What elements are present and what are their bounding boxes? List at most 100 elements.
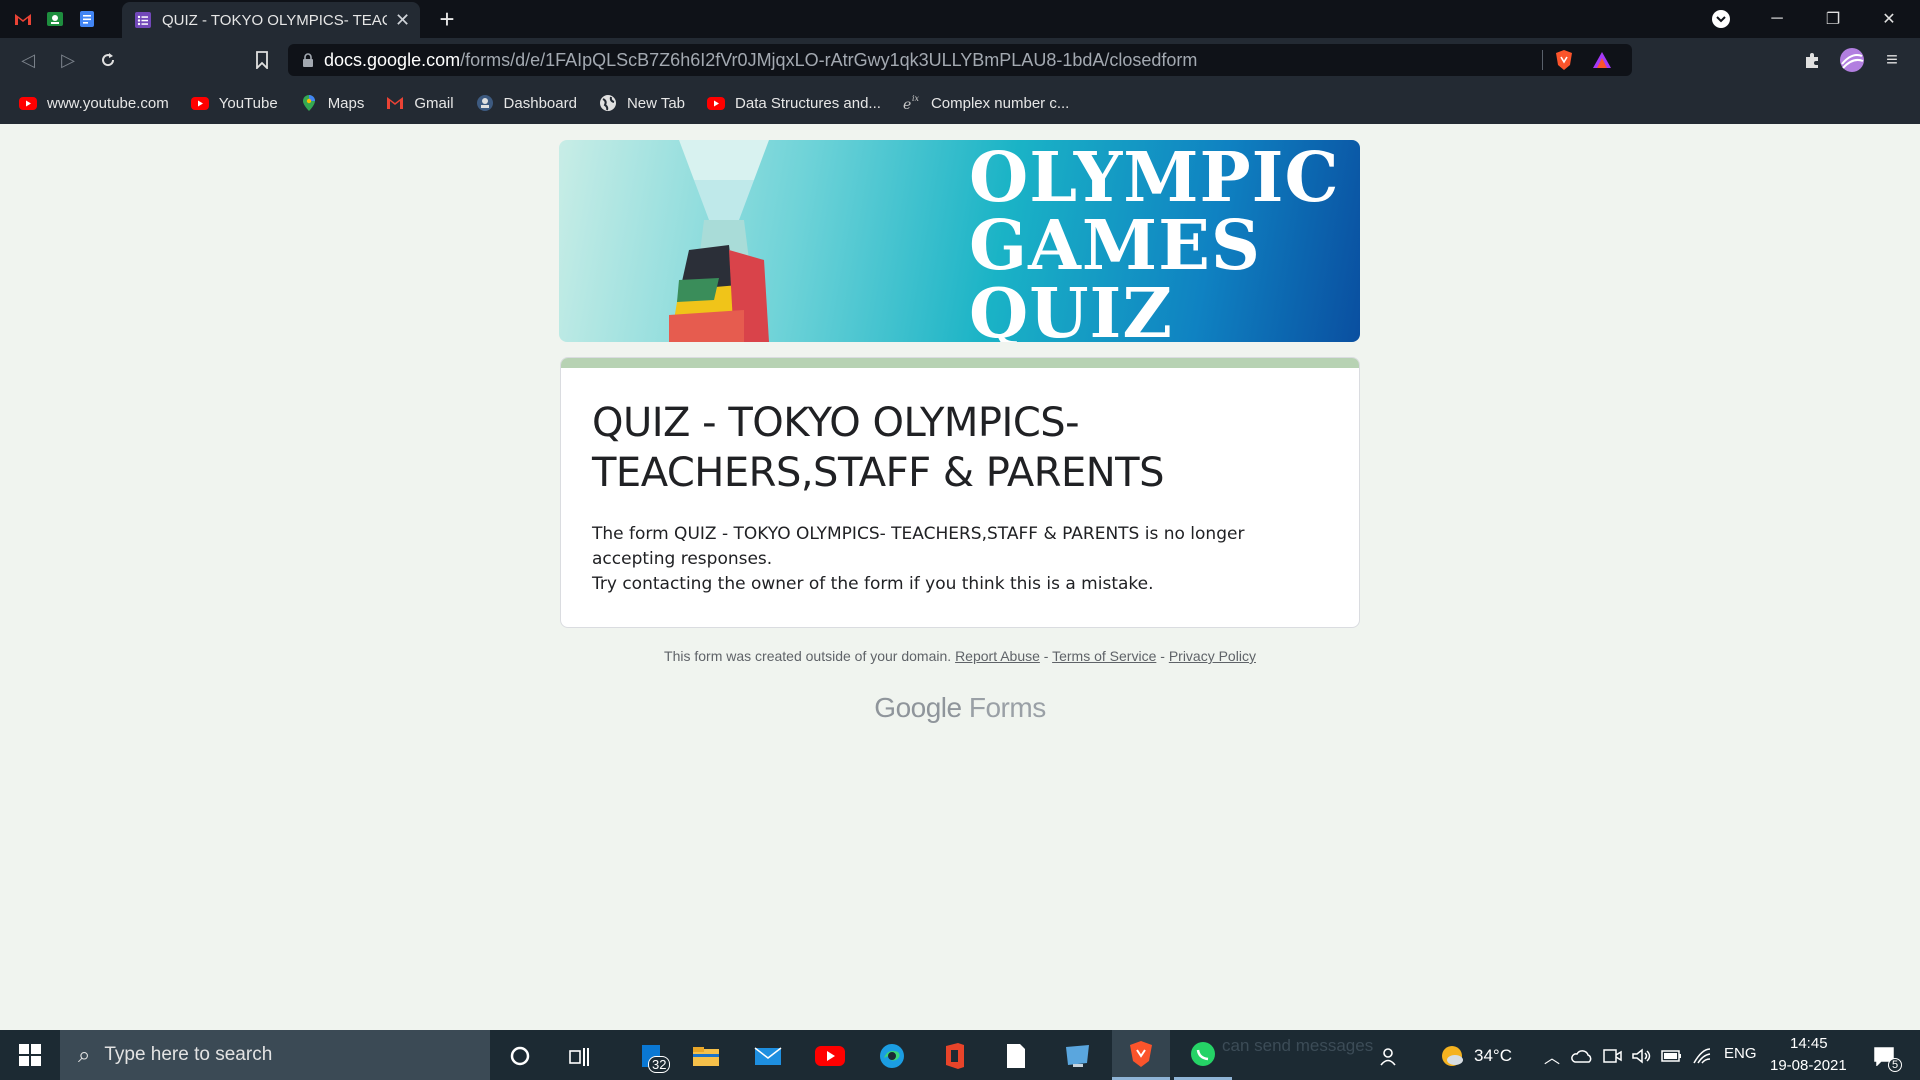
address-bar[interactable]: docs.google.com/forms/d/e/1FAIpQLScB7Z6h… xyxy=(288,44,1632,76)
lock-icon xyxy=(303,53,313,67)
banner-line-1: OLYMPIC xyxy=(969,140,1340,218)
forward-button[interactable]: ▷ xyxy=(54,46,82,74)
gmail-icon xyxy=(385,93,405,113)
terms-of-service-link[interactable]: Terms of Service xyxy=(1052,648,1156,664)
brave-rewards-icon[interactable] xyxy=(1592,50,1612,75)
bookmark-youtube[interactable]: YouTube xyxy=(190,93,278,113)
office-icon[interactable] xyxy=(936,1038,972,1074)
classroom-tab-icon[interactable] xyxy=(40,4,70,34)
restore-button[interactable]: ❐ xyxy=(1806,0,1860,38)
brave-shield-icon[interactable] xyxy=(1554,49,1574,76)
youtube-icon xyxy=(18,93,38,113)
bookmark-label: Gmail xyxy=(414,94,454,112)
youtube-icon xyxy=(190,93,210,113)
bookmark-youtube-com[interactable]: www.youtube.com xyxy=(18,93,169,113)
svg-text:ix: ix xyxy=(912,94,920,103)
svg-text:e: e xyxy=(903,97,911,112)
docs-tab-icon[interactable] xyxy=(72,4,102,34)
bookmark-gmail[interactable]: Gmail xyxy=(385,93,454,113)
background-ghost-text: can send messages xyxy=(1222,1036,1374,1055)
privacy-policy-link[interactable]: Privacy Policy xyxy=(1169,648,1256,664)
clock-date[interactable]: 19-08-2021 xyxy=(1770,1057,1847,1074)
report-abuse-link[interactable]: Report Abuse xyxy=(955,648,1040,664)
onedrive-icon[interactable] xyxy=(1568,1038,1596,1074)
bookmark-maps[interactable]: Maps xyxy=(299,93,365,113)
reload-button[interactable] xyxy=(94,46,122,74)
new-tab-button[interactable]: + xyxy=(432,4,462,34)
bookmark-dashboard[interactable]: Dashboard xyxy=(475,93,577,113)
bookmark-complex-number[interactable]: e ix Complex number c... xyxy=(902,93,1069,113)
back-button[interactable]: ◁ xyxy=(14,46,42,74)
task-view-icon[interactable] xyxy=(562,1038,598,1074)
form-banner-image: OLYMPIC GAMES QUIZ xyxy=(559,140,1360,342)
logo-forms-word: Forms xyxy=(968,692,1046,723)
show-hidden-icons-chevron-up-icon[interactable]: ︿ xyxy=(1540,1038,1564,1074)
cortana-icon[interactable] xyxy=(502,1038,538,1074)
bookmark-new-tab[interactable]: New Tab xyxy=(598,93,685,113)
form-closed-card: QUIZ - TOKYO OLYMPICS- TEACHERS,STAFF & … xyxy=(560,357,1360,628)
gmail-tab-icon[interactable] xyxy=(8,4,38,34)
menu-icon[interactable]: ≡ xyxy=(1878,46,1906,74)
bookmark-label: Maps xyxy=(327,94,365,112)
bookmark-label: YouTube xyxy=(218,94,278,112)
meet-now-icon[interactable] xyxy=(1598,1038,1626,1074)
tab-active-form[interactable]: QUIZ - TOKYO OLYMPICS- TEACH ✕ xyxy=(122,2,420,38)
outlook-mail-icon[interactable] xyxy=(750,1038,786,1074)
closed-message-line-2: Try contacting the owner of the form if … xyxy=(592,574,1154,594)
taskbar-search[interactable]: ⌕ Type here to search xyxy=(60,1030,490,1080)
mail-badge: 32 xyxy=(648,1056,671,1073)
volume-icon[interactable] xyxy=(1628,1038,1656,1074)
bookmark-label: Dashboard xyxy=(503,94,577,112)
bookmarks-bar: www.youtube.com YouTube Maps Gmail Dashb… xyxy=(0,82,1920,124)
form-title: QUIZ - TOKYO OLYMPICS- TEACHERS,STAFF & … xyxy=(592,400,1165,496)
youtube-app-icon[interactable] xyxy=(812,1038,848,1074)
logo-google-word: Google xyxy=(874,692,962,723)
footer-domain-notice: This form was created outside of your do… xyxy=(664,648,952,664)
form-footer: This form was created outside of your do… xyxy=(0,648,1920,664)
maps-icon xyxy=(299,93,319,113)
search-placeholder: Type here to search xyxy=(104,1044,273,1065)
extensions-icon[interactable] xyxy=(1798,46,1826,74)
address-divider xyxy=(1542,50,1543,70)
brave-browser-taskbar-icon[interactable] xyxy=(1112,1030,1170,1080)
close-window-button[interactable]: ✕ xyxy=(1862,0,1916,38)
torch-illustration xyxy=(669,140,769,342)
weather-widget[interactable]: 34°C xyxy=(1440,1038,1540,1074)
mail-app-icon[interactable]: 32 xyxy=(630,1038,674,1074)
wifi-icon[interactable] xyxy=(1688,1038,1716,1074)
url-domain: docs.google.com xyxy=(324,49,461,70)
clock-time[interactable]: 14:45 xyxy=(1790,1035,1828,1052)
battery-icon[interactable] xyxy=(1658,1038,1686,1074)
bookmark-label: Data Structures and... xyxy=(735,94,881,112)
banner-line-3: QUIZ xyxy=(969,274,1173,342)
dashboard-icon xyxy=(475,93,495,113)
form-page: OLYMPIC GAMES QUIZ QUIZ - TOKYO OLYMPICS… xyxy=(0,124,1920,1030)
start-button[interactable] xyxy=(0,1030,60,1080)
footer-separator: - xyxy=(1039,648,1053,664)
notification-center-icon[interactable]: 5 xyxy=(1866,1038,1903,1074)
banner-line-2: GAMES xyxy=(969,206,1262,286)
tab-title: QUIZ - TOKYO OLYMPICS- TEACH xyxy=(162,11,387,29)
search-icon: ⌕ xyxy=(78,1042,91,1067)
remote-desktop-icon[interactable] xyxy=(1060,1038,1096,1074)
youtube-icon xyxy=(706,93,726,113)
weather-temperature: 34°C xyxy=(1474,1046,1512,1065)
people-icon[interactable] xyxy=(1370,1038,1406,1074)
globe-icon xyxy=(598,93,618,113)
minimize-button[interactable]: ─ xyxy=(1750,0,1804,38)
input-language[interactable]: ENG xyxy=(1724,1045,1757,1062)
windows-logo-icon xyxy=(19,1044,41,1066)
edge-browser-icon[interactable] xyxy=(874,1038,910,1074)
tab-search-icon[interactable] xyxy=(1694,0,1748,38)
bookmark-label: www.youtube.com xyxy=(47,94,169,112)
windows-taskbar: ⌕ Type here to search 32 can send messag… xyxy=(0,1030,1920,1080)
profile-avatar[interactable] xyxy=(1838,46,1866,74)
notification-badge: 5 xyxy=(1888,1058,1903,1072)
file-explorer-icon[interactable] xyxy=(688,1038,724,1074)
notepad-icon[interactable] xyxy=(998,1038,1034,1074)
google-forms-logo[interactable]: Google Forms xyxy=(0,692,1920,724)
bookmark-icon[interactable] xyxy=(248,46,276,74)
bookmark-data-structures[interactable]: Data Structures and... xyxy=(706,93,881,113)
complex-number-icon: e ix xyxy=(902,93,922,113)
close-tab-icon[interactable]: ✕ xyxy=(395,10,410,31)
